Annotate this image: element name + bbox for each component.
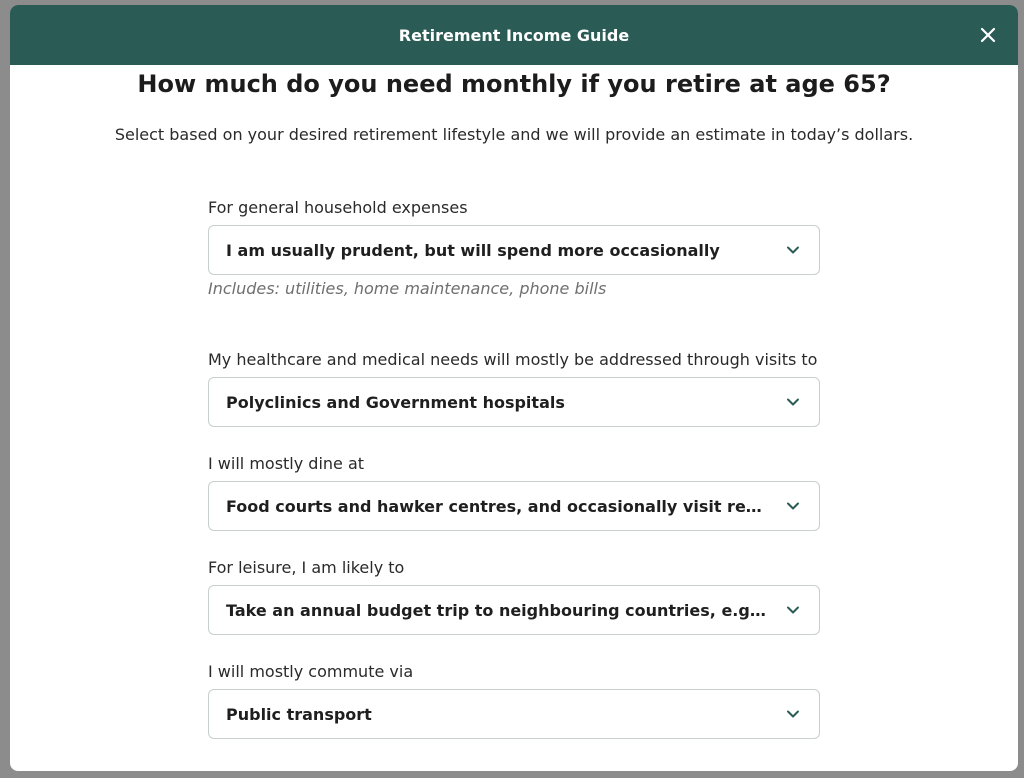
field-hint: Includes: utilities, home maintenance, p… xyxy=(208,279,607,298)
chevron-down-icon xyxy=(785,498,801,514)
close-button[interactable] xyxy=(976,23,1000,47)
leisure-select[interactable]: Take an annual budget trip to neighbouri… xyxy=(208,585,820,635)
field-label: For general household expenses xyxy=(208,198,468,217)
field-label: I will mostly commute via xyxy=(208,662,414,681)
dining-field: I will mostly dine at Food courts and ha… xyxy=(208,451,820,531)
healthcare-field: My healthcare and medical needs will mos… xyxy=(208,347,820,427)
retirement-guide-modal: Retirement Income Guide How much do you … xyxy=(10,5,1018,771)
modal-title: Retirement Income Guide xyxy=(398,25,630,45)
healthcare-select[interactable]: Polyclinics and Government hospitals xyxy=(208,377,820,427)
lifestyle-form: For general household expenses I am usua… xyxy=(208,195,820,739)
household-expenses-select[interactable]: I am usually prudent, but will spend mor… xyxy=(208,225,820,275)
modal-body: How much do you need monthly if you reti… xyxy=(10,65,1018,739)
chevron-down-icon xyxy=(785,242,801,258)
field-label: I will mostly dine at xyxy=(208,454,365,473)
chevron-down-icon xyxy=(785,602,801,618)
select-value: I am usually prudent, but will spend mor… xyxy=(226,240,720,260)
chevron-down-icon xyxy=(785,706,801,722)
close-icon xyxy=(980,27,996,43)
household-expenses-field: For general household expenses I am usua… xyxy=(208,195,820,299)
chevron-down-icon xyxy=(785,394,801,410)
page-subtitle: Select based on your desired retirement … xyxy=(114,125,914,144)
select-value: Take an annual budget trip to neighbouri… xyxy=(226,600,785,620)
select-value: Public transport xyxy=(226,704,372,724)
leisure-field: For leisure, I am likely to Take an annu… xyxy=(208,555,820,635)
field-label: For leisure, I am likely to xyxy=(208,558,405,577)
commute-field: I will mostly commute via Public transpo… xyxy=(208,659,820,739)
dining-select[interactable]: Food courts and hawker centres, and occa… xyxy=(208,481,820,531)
field-label: My healthcare and medical needs will mos… xyxy=(208,350,818,369)
modal-header: Retirement Income Guide xyxy=(10,5,1018,65)
page-title: How much do you need monthly if you reti… xyxy=(137,70,891,98)
select-value: Polyclinics and Government hospitals xyxy=(226,392,565,412)
select-value: Food courts and hawker centres, and occa… xyxy=(226,496,785,516)
commute-select[interactable]: Public transport xyxy=(208,689,820,739)
